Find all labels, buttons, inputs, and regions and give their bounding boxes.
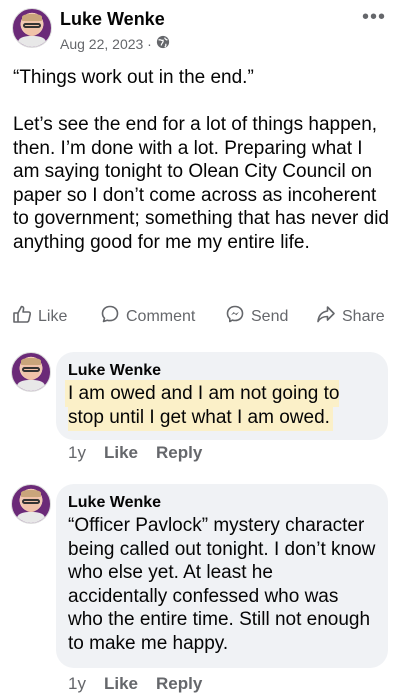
comment-author[interactable]: Luke Wenke — [68, 492, 376, 514]
like-button[interactable]: Like — [12, 304, 67, 329]
send-label: Send — [251, 307, 289, 325]
like-label: Like — [38, 307, 68, 325]
share-button[interactable]: Share — [316, 304, 385, 329]
comment: Luke Wenke “Officer Pavlock” mystery cha… — [0, 474, 400, 699]
comment-age[interactable]: 1y — [68, 443, 86, 463]
post-meta: Aug 22, 2023 · — [60, 35, 170, 52]
comment-author[interactable]: Luke Wenke — [68, 360, 376, 382]
send-button[interactable]: Send — [225, 304, 288, 329]
comment-bubble: Luke Wenke I am owed and I am not going … — [56, 352, 388, 440]
comment-reply-button[interactable]: Reply — [156, 674, 202, 694]
highlighted-text: I am owed and I am not going to stop unt… — [68, 383, 340, 428]
comment-reply-button[interactable]: Reply — [156, 443, 202, 463]
post-paragraph: Let’s see the end for a lot of things ha… — [13, 114, 390, 253]
post-author[interactable]: Luke Wenke — [60, 9, 165, 30]
more-options-icon[interactable]: ••• — [362, 6, 386, 29]
comment-like-button[interactable]: Like — [104, 674, 138, 694]
post-action-bar: Like Comment Send Share — [0, 300, 400, 332]
comment-bubble: Luke Wenke “Officer Pavlock” mystery cha… — [56, 484, 388, 668]
thumbs-up-icon — [12, 304, 32, 329]
comment-meta: 1y Like Reply — [68, 443, 202, 463]
post-header: Luke Wenke Aug 22, 2023 · ••• — [0, 0, 400, 60]
messenger-icon — [225, 304, 245, 329]
comment: Luke Wenke I am owed and I am not going … — [0, 340, 400, 470]
comment-meta: 1y Like Reply — [68, 674, 202, 694]
comment-like-button[interactable]: Like — [104, 443, 138, 463]
post-paragraph: “Things work out in the end.” — [13, 67, 254, 88]
avatar[interactable] — [11, 352, 51, 392]
post-body: “Things work out in the end.” Let’s see … — [13, 66, 391, 278]
globe-icon — [156, 35, 170, 52]
share-label: Share — [342, 307, 385, 325]
comment-text: “Officer Pavlock” mystery character bein… — [68, 515, 376, 654]
post-date[interactable]: Aug 22, 2023 · — [60, 36, 152, 52]
comment-age[interactable]: 1y — [68, 674, 86, 694]
comment-button[interactable]: Comment — [100, 304, 195, 329]
comment-text: I am owed and I am not going to stop unt… — [68, 382, 376, 429]
avatar[interactable] — [12, 8, 52, 48]
comment-icon — [100, 304, 120, 329]
share-icon — [316, 304, 336, 329]
avatar[interactable] — [11, 484, 51, 524]
comment-label: Comment — [126, 307, 196, 325]
